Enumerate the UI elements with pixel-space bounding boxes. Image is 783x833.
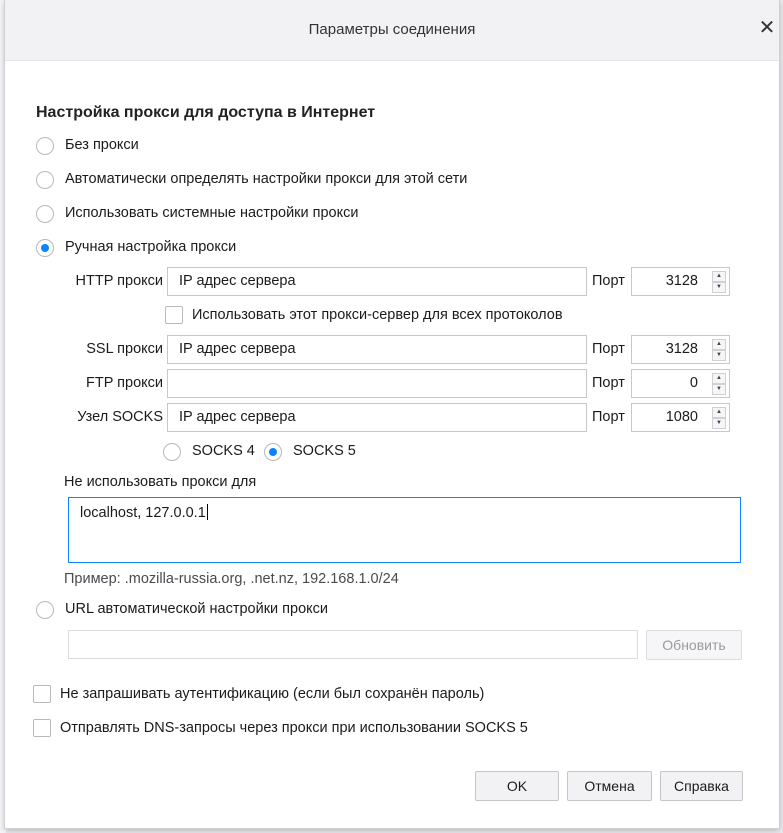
radio-socks4-label[interactable]: SOCKS 4: [192, 443, 255, 459]
ssl-proxy-input[interactable]: IP адрес сервера: [167, 335, 587, 364]
spin-down-icon[interactable]: ▼: [712, 418, 726, 429]
text-caret: [206, 504, 208, 520]
spin-up-icon[interactable]: ▲: [712, 373, 726, 384]
ftp-proxy-input[interactable]: [167, 369, 587, 398]
radio-system-proxy[interactable]: [36, 205, 54, 223]
spin-down-icon[interactable]: ▼: [712, 282, 726, 293]
no-auth-prompt-label[interactable]: Не запрашивать аутентификацию (если был …: [60, 686, 484, 702]
ftp-proxy-label: FTP прокси: [86, 375, 163, 391]
radio-autoconfig-url-label[interactable]: URL автоматической настройки прокси: [65, 601, 328, 617]
help-button[interactable]: Справка: [660, 771, 743, 801]
ssl-port-value: 3128: [665, 341, 698, 357]
http-proxy-input[interactable]: IP адрес сервера: [167, 267, 587, 296]
radio-auto-detect[interactable]: [36, 171, 54, 189]
reload-button[interactable]: Обновить: [646, 630, 742, 660]
autoconfig-url-input[interactable]: [68, 630, 638, 659]
spin-down-icon[interactable]: ▼: [712, 350, 726, 361]
no-proxy-example: Пример: .mozilla-russia.org, .net.nz, 19…: [64, 571, 399, 587]
dialog-title: Параметры соединения: [308, 21, 476, 38]
socks-host-label: Узел SOCKS: [77, 409, 163, 425]
socks-dns-label[interactable]: Отправлять DNS-запросы через прокси при …: [60, 720, 528, 736]
socks-port-field[interactable]: 1080 ▲ ▼: [631, 403, 730, 432]
http-port-field[interactable]: 3128 ▲ ▼: [631, 267, 730, 296]
no-proxy-value: localhost, 127.0.0.1: [80, 505, 206, 521]
ftp-port-value: 0: [689, 375, 698, 391]
cancel-button[interactable]: Отмена: [567, 771, 652, 801]
connection-settings-dialog: Параметры соединения ✕ Настройка прокси …: [5, 0, 779, 828]
ok-button[interactable]: OK: [475, 771, 559, 801]
spin-up-icon[interactable]: ▲: [712, 271, 726, 282]
ftp-port-label: Порт: [592, 375, 625, 391]
titlebar: Параметры соединения ✕: [5, 0, 779, 61]
http-port-value: 3128: [665, 273, 698, 289]
ssl-port-label: Порт: [592, 341, 625, 357]
socks-dns-checkbox[interactable]: [33, 719, 51, 737]
proxy-heading: Настройка прокси для доступа в Интернет: [36, 104, 376, 121]
share-proxy-checkbox[interactable]: [165, 306, 183, 324]
radio-auto-detect-label[interactable]: Автоматически определять настройки прокс…: [65, 171, 467, 187]
radio-no-proxy-label[interactable]: Без прокси: [65, 137, 139, 153]
no-proxy-textarea[interactable]: localhost, 127.0.0.1: [68, 497, 741, 563]
radio-no-proxy[interactable]: [36, 137, 54, 155]
socks-host-input[interactable]: IP адрес сервера: [167, 403, 587, 432]
socks-port-value: 1080: [665, 409, 698, 425]
ftp-port-field[interactable]: 0 ▲ ▼: [631, 369, 730, 398]
http-port-label: Порт: [592, 273, 625, 289]
radio-manual-proxy-label[interactable]: Ручная настройка прокси: [65, 239, 236, 255]
close-icon[interactable]: ✕: [757, 18, 777, 38]
socks-port-label: Порт: [592, 409, 625, 425]
radio-socks5-label[interactable]: SOCKS 5: [293, 443, 356, 459]
no-auth-prompt-checkbox[interactable]: [33, 685, 51, 703]
radio-socks5[interactable]: [264, 443, 282, 461]
spin-down-icon[interactable]: ▼: [712, 384, 726, 395]
spin-up-icon[interactable]: ▲: [712, 407, 726, 418]
ssl-port-field[interactable]: 3128 ▲ ▼: [631, 335, 730, 364]
no-proxy-label: Не использовать прокси для: [64, 474, 257, 490]
ssl-proxy-label: SSL прокси: [86, 341, 163, 357]
share-proxy-label[interactable]: Использовать этот прокси-сервер для всех…: [192, 307, 563, 323]
radio-socks4[interactable]: [163, 443, 181, 461]
radio-system-proxy-label[interactable]: Использовать системные настройки прокси: [65, 205, 358, 221]
radio-autoconfig-url[interactable]: [36, 601, 54, 619]
http-proxy-label: HTTP прокси: [75, 273, 163, 289]
radio-manual-proxy[interactable]: [36, 239, 54, 257]
spin-up-icon[interactable]: ▲: [712, 339, 726, 350]
